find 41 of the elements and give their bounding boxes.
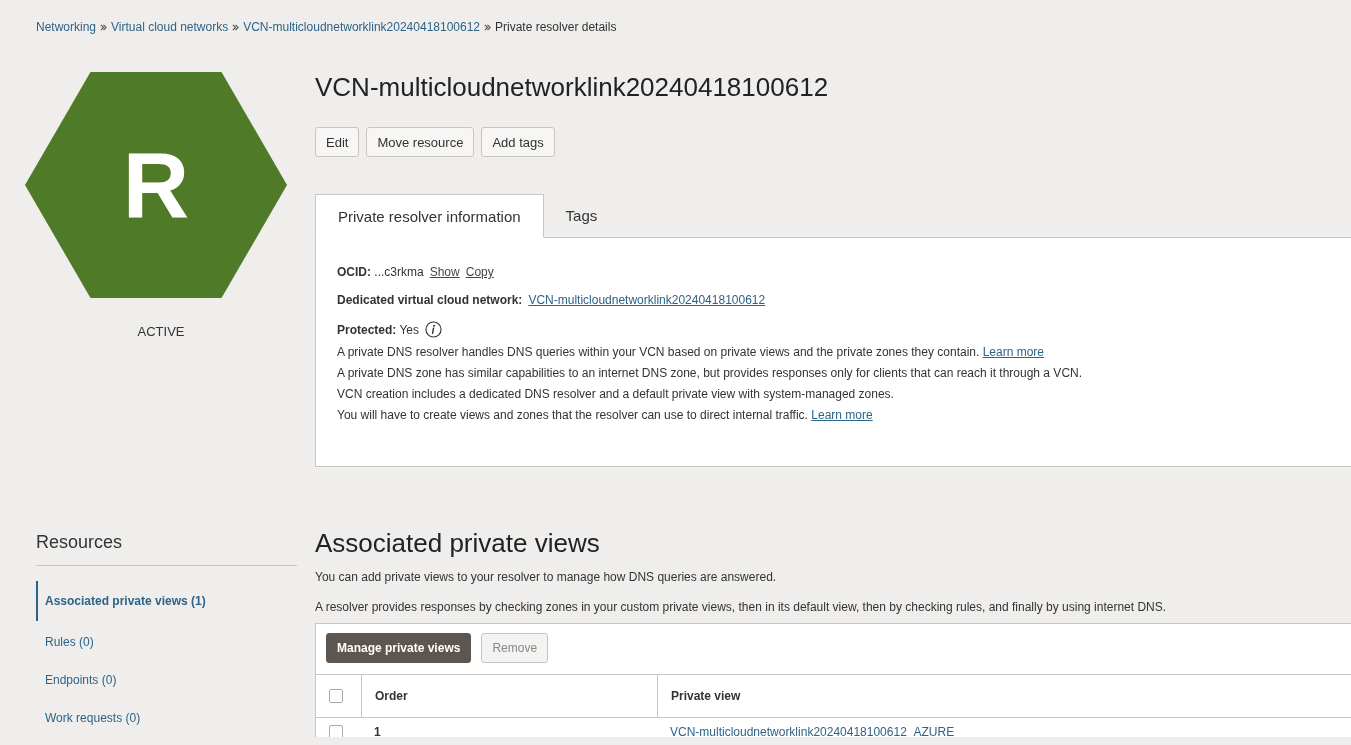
tab[interactable]: Private resolver information [315, 194, 544, 238]
resource-nav-item[interactable]: Endpoints (0) [36, 663, 297, 697]
breadcrumb-current: Private resolver details [495, 20, 617, 34]
breadcrumb-link[interactable]: VCN-multicloudnetworklink20240418100612 [243, 20, 480, 34]
page-title: VCN-multicloudnetworklink20240418100612 [315, 72, 830, 103]
action-button[interactable]: Move resource [366, 127, 475, 157]
status-text: ACTIVE [137, 324, 185, 339]
chevron-icon [100, 23, 108, 31]
ocid-link[interactable]: Show [429, 265, 460, 279]
description-text: A private DNS zone has similar capabilities to an internet DNS zone, but provides responses only for clients that can reach it through a VCN. [337, 366, 1084, 381]
resource-nav-item[interactable]: Rules (0) [36, 625, 297, 659]
ocid-text: OCID: ...c3rkma [337, 265, 424, 279]
chevron-icon [232, 23, 240, 31]
action-button[interactable]: Edit [315, 127, 360, 157]
description-text: A resolver provides responses by checking zones in your custom private views, then in its default view, then by checking rules, and finally by using internet DNS. [315, 600, 1168, 614]
breadcrumb-link[interactable]: Virtual cloud networks [111, 20, 229, 34]
resource-nav-item[interactable]: Associated private views (1) [36, 581, 297, 621]
breadcrumb-link[interactable]: Networking [36, 20, 97, 34]
description-text: VCN creation includes a dedicated DNS resolver and a default private view with system-managed zones. [337, 387, 895, 402]
ocid-link[interactable]: Copy [465, 265, 494, 279]
description-text: A private DNS resolver handles DNS queries within your VCN based on private views and the private zones they contain. Learn more [337, 345, 1046, 360]
resources-heading: Resources [36, 532, 124, 553]
protected-text: Protected: Yes [337, 322, 420, 337]
table-cell: 1 [374, 725, 381, 737]
info-icon[interactable] [425, 321, 443, 338]
resource-badge: R [25, 72, 287, 298]
resource-nav-item[interactable]: Work requests (0) [36, 701, 297, 735]
vcn-link[interactable]: VCN-multicloudnetworklink20240418100612 [528, 293, 766, 307]
section-title: Associated private views [315, 528, 601, 559]
description-text: You will have to create views and zones that the resolver can use to direct internal traffic. Learn more [337, 408, 874, 423]
manage-button[interactable]: Manage private views [326, 633, 472, 663]
learn-more-link[interactable]: Learn more [982, 345, 1045, 359]
field-label: Dedicated virtual cloud network: [337, 293, 523, 307]
column-header: Order [375, 689, 408, 703]
column-header: Private view [671, 689, 741, 703]
learn-more-link[interactable]: Learn more [811, 408, 873, 422]
action-button[interactable]: Add tags [481, 127, 555, 157]
checkbox[interactable] [329, 725, 343, 737]
checkbox[interactable] [329, 689, 343, 703]
chevron-icon [484, 23, 491, 31]
description-text: You can add private views to your resolver to manage how DNS queries are answered. [315, 570, 778, 584]
